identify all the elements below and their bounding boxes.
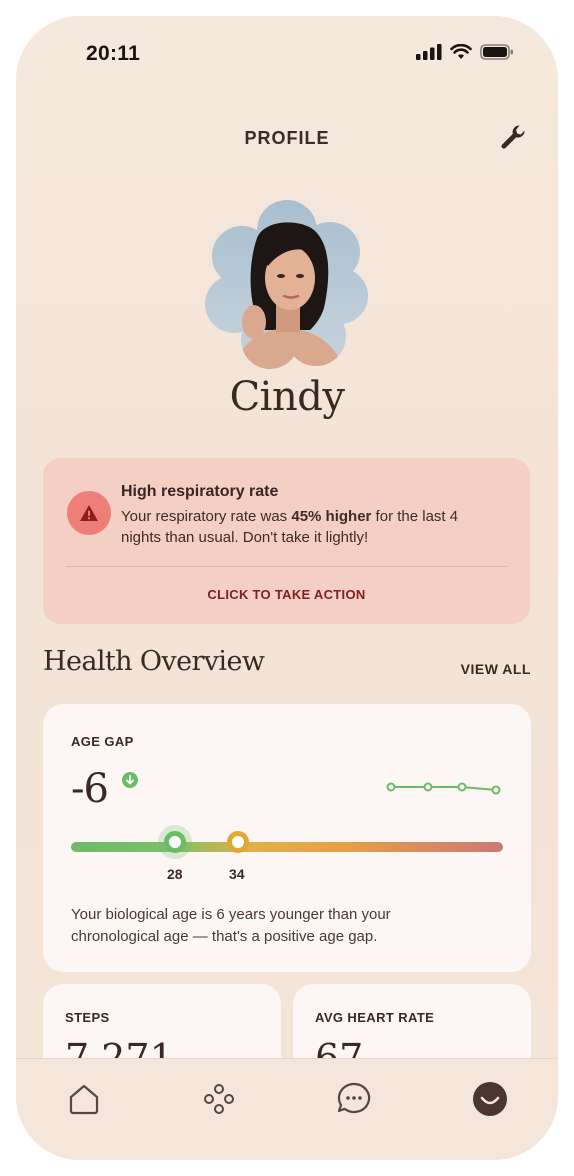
- page-title: PROFILE: [244, 128, 330, 148]
- alert-divider: [66, 566, 507, 567]
- status-icons: [416, 44, 514, 60]
- dots-cluster-icon: [204, 1084, 234, 1114]
- alert-title: High respiratory rate: [121, 483, 279, 500]
- warning-triangle-icon: [80, 505, 98, 521]
- avatar[interactable]: [202, 200, 372, 370]
- age-gap-description: Your biological age is 6 years younger t…: [71, 906, 391, 945]
- age-gap-trend-sparkline: [386, 782, 501, 795]
- wifi-icon: [450, 44, 472, 59]
- status-time: 20:11: [86, 42, 141, 65]
- arrow-down-circle-icon: [122, 772, 138, 788]
- steps-label: STEPS: [65, 1010, 110, 1025]
- chronological-age-label: 34: [229, 866, 245, 882]
- tab-bar: [16, 1058, 558, 1160]
- warning-icon: [67, 491, 111, 535]
- alert-card: High respiratory rate Your respiratory r…: [43, 458, 530, 624]
- tab-home[interactable]: [64, 1079, 104, 1119]
- age-gap-value: -6: [71, 766, 109, 812]
- phone-screen: 20:11 PROFILE Cindy High respiratory rat…: [16, 16, 558, 1160]
- alert-body-prefix: Your respiratory rate was: [121, 508, 292, 525]
- cellular-signal-icon: [416, 44, 442, 60]
- section-title: Health Overview: [43, 646, 265, 677]
- tab-profile[interactable]: [470, 1079, 510, 1119]
- chat-bubble-icon: [337, 1082, 371, 1114]
- home-icon: [69, 1084, 99, 1115]
- smiley-avatar-icon: [473, 1082, 507, 1116]
- alert-body: Your respiratory rate was 45% higher for…: [121, 506, 501, 548]
- take-action-button[interactable]: CLICK TO TAKE ACTION: [43, 587, 530, 602]
- tab-explore[interactable]: [199, 1079, 239, 1119]
- age-gap-bar: [71, 842, 503, 852]
- wrench-icon[interactable]: [498, 122, 528, 152]
- chronological-age-marker: [227, 831, 249, 853]
- battery-icon: [480, 44, 513, 60]
- alert-body-emphasis: 45% higher: [291, 508, 372, 525]
- tab-chat[interactable]: [334, 1079, 374, 1119]
- biological-age-marker: [164, 831, 186, 853]
- profile-name: Cindy: [229, 374, 345, 420]
- view-all-link[interactable]: VIEW ALL: [461, 661, 531, 677]
- heart-rate-label: AVG HEART RATE: [315, 1010, 435, 1025]
- biological-age-label: 28: [167, 866, 183, 882]
- age-gap-label: AGE GAP: [71, 734, 134, 749]
- age-gap-card[interactable]: AGE GAP -6 28 34 Your biological age is …: [43, 704, 531, 972]
